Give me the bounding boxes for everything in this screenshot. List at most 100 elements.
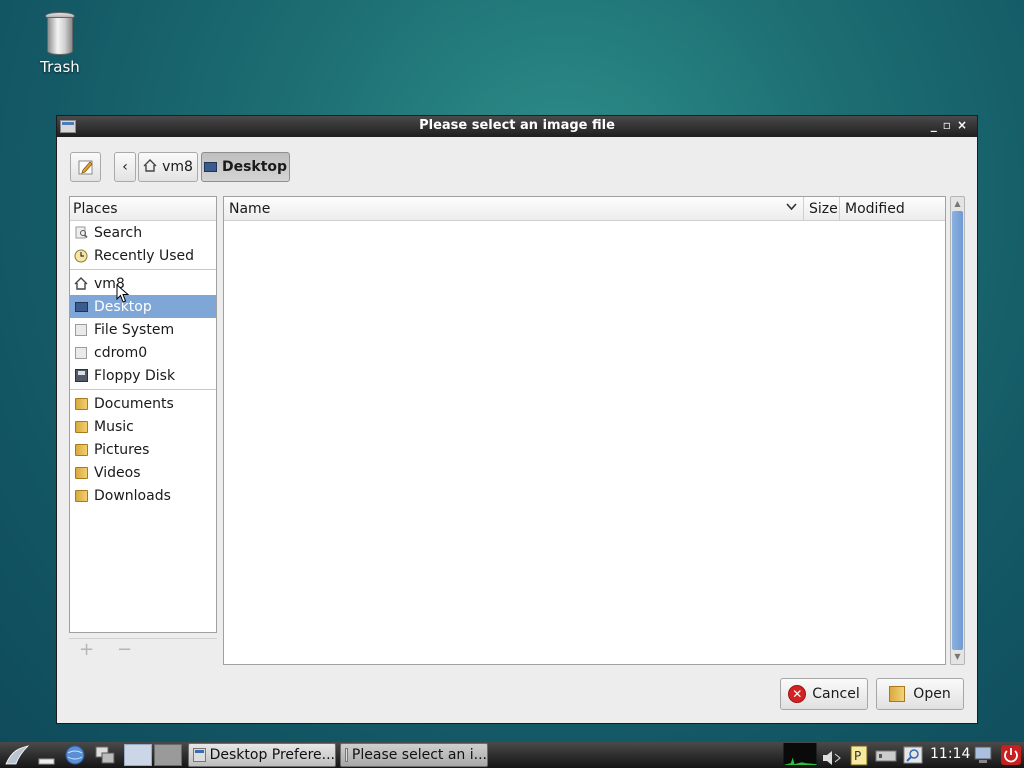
task-desktop-preferences[interactable]: Desktop Prefere... [188,743,336,767]
places-sidebar: Places Search Recently Used vm8 Desktop [69,196,217,633]
places-separator [70,269,216,270]
cancel-label: Cancel [812,686,860,702]
place-label: Recently Used [94,247,195,264]
workspace-1[interactable] [124,744,152,766]
window-icon [345,748,348,762]
place-label: Music [94,418,134,435]
open-button[interactable]: Open [876,678,964,710]
browser-icon[interactable] [64,744,86,766]
start-menu-icon[interactable] [4,744,30,766]
column-name[interactable]: Name [224,197,804,220]
place-label: cdrom0 [94,344,148,361]
place-home[interactable]: vm8 [70,272,216,295]
volume-icon[interactable] [822,747,846,768]
file-manager-icon[interactable] [94,744,116,766]
breadcrumb-home[interactable]: vm8 [138,152,198,182]
trash-desktop-icon[interactable]: Trash [30,12,90,76]
floppy-icon [74,369,88,383]
breadcrumb-home-label: vm8 [162,159,193,175]
open-label: Open [913,686,951,702]
place-label: Downloads [94,487,171,504]
window-icon [193,748,206,762]
folder-icon [74,489,88,503]
place-label: Floppy Disk [94,367,176,384]
add-bookmark-button[interactable]: + [79,639,94,660]
folder-icon [74,443,88,457]
breadcrumb-desktop[interactable]: Desktop [201,152,290,182]
search-icon[interactable] [902,744,924,766]
scroll-down-icon[interactable]: ▼ [951,650,964,664]
places-header[interactable]: Places [70,197,216,221]
titlebar[interactable]: Please select an image file _▫× [57,116,977,137]
desktop-icon [74,300,88,314]
maximize-icon[interactable]: ▫ [943,118,957,132]
svg-text:P: P [854,749,861,763]
place-search[interactable]: Search [70,221,216,244]
drive-icon [74,346,88,360]
places-separator [70,389,216,390]
mouse-cursor-icon [116,284,130,303]
cancel-icon: ✕ [788,685,807,703]
breadcrumb-desktop-label: Desktop [221,159,288,175]
place-desktop[interactable]: Desktop [70,295,216,318]
column-size[interactable]: Size [804,197,840,220]
place-label: Search [94,224,143,241]
file-chooser-dialog: Please select an image file _▫× ‹ vm8 De… [56,115,978,724]
chevron-down-icon [786,200,797,214]
place-label: Videos [94,464,141,481]
place-recently-used[interactable]: Recently Used [70,244,216,267]
folder-icon [74,397,88,411]
clock[interactable]: 11:14 [930,746,970,762]
task-label: Please select an i... [351,747,487,763]
type-location-button[interactable] [70,152,101,182]
home-icon [143,158,157,176]
edit-icon [78,160,93,175]
power-icon[interactable] [1000,744,1022,766]
place-documents[interactable]: Documents [70,392,216,415]
place-music[interactable]: Music [70,415,216,438]
place-floppy-disk[interactable]: Floppy Disk [70,364,216,387]
cancel-button[interactable]: ✕ Cancel [780,678,868,710]
minimize-icon[interactable]: _ [931,118,943,132]
task-select-image[interactable]: Please select an i... [340,743,488,767]
taskbar: Desktop Prefere... Please select an i...… [0,742,1024,768]
clock-icon [74,249,88,263]
back-button[interactable]: ‹ [114,152,136,182]
folder-icon [74,420,88,434]
close-icon[interactable]: × [957,118,973,132]
drive-icon [74,323,88,337]
home-icon [74,277,88,291]
place-pictures[interactable]: Pictures [70,438,216,461]
place-downloads[interactable]: Downloads [70,484,216,507]
dialog-title: Please select an image file [419,118,615,133]
scroll-up-icon[interactable]: ▲ [951,197,964,211]
open-folder-icon [889,686,906,702]
window-controls: _▫× [931,118,973,132]
scrollbar-thumb[interactable] [952,211,963,650]
clipboard-icon[interactable]: P [850,744,868,766]
desktop-icon [203,162,217,172]
place-label: Documents [94,395,174,412]
file-list-scrollbar[interactable]: ▲ ▼ [950,196,965,665]
path-toolbar: ‹ vm8 Desktop [70,152,670,184]
lock-screen-icon[interactable] [972,744,994,766]
place-label: Pictures [94,441,150,458]
file-list[interactable]: Name Size Modified [223,196,946,665]
network-icon[interactable] [874,744,898,766]
folder-icon [74,466,88,480]
places-footer: + − [69,638,217,662]
workspace-2[interactable] [154,744,182,766]
task-label: Desktop Prefere... [209,747,335,763]
show-desktop-icon[interactable] [38,747,56,768]
column-name-label: Name [229,201,271,217]
remove-bookmark-button[interactable]: − [117,639,132,660]
place-label: File System [94,321,175,338]
place-cdrom0[interactable]: cdrom0 [70,341,216,364]
cpu-monitor-icon[interactable] [782,743,818,765]
trash-label: Trash [40,58,80,76]
trash-icon [45,12,75,56]
place-file-system[interactable]: File System [70,318,216,341]
column-modified[interactable]: Modified [840,197,945,220]
file-list-header: Name Size Modified [224,197,945,221]
place-videos[interactable]: Videos [70,461,216,484]
